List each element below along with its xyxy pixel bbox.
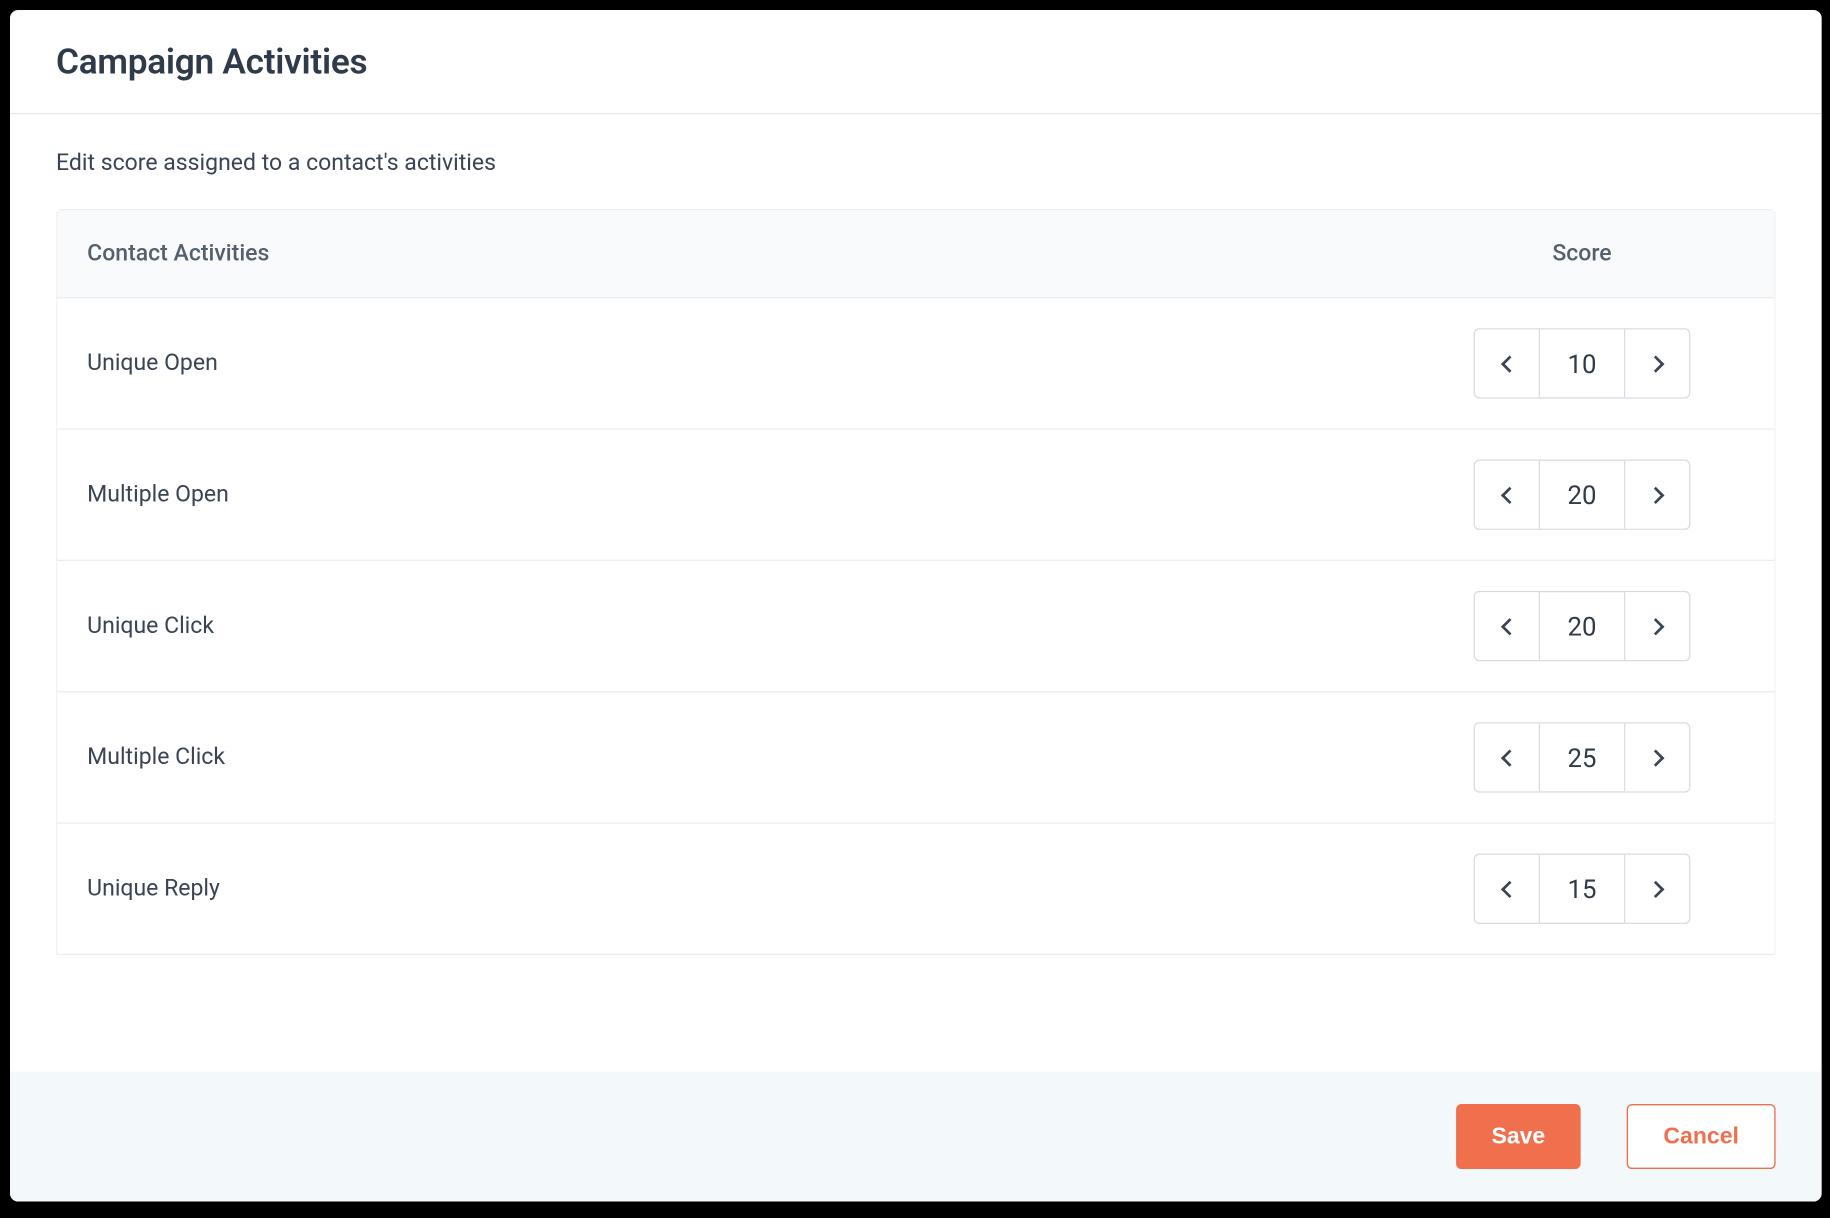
chevron-right-icon bbox=[1646, 486, 1663, 503]
chevron-left-icon bbox=[1500, 880, 1517, 897]
table-row: Unique Click 20 bbox=[57, 561, 1774, 692]
increment-button[interactable] bbox=[1624, 461, 1689, 529]
chevron-left-icon bbox=[1500, 617, 1517, 634]
chevron-left-icon bbox=[1500, 749, 1517, 766]
table-row: Multiple Click 25 bbox=[57, 692, 1774, 823]
decrement-button[interactable] bbox=[1475, 461, 1540, 529]
activities-table: Contact Activities Score Unique Open 10 bbox=[56, 209, 1776, 955]
activity-label-unique-click: Unique Click bbox=[87, 613, 1473, 640]
chevron-right-icon bbox=[1646, 749, 1663, 766]
score-stepper-multiple-open: 20 bbox=[1474, 460, 1691, 530]
column-header-activity: Contact Activities bbox=[87, 240, 1473, 267]
page-title: Campaign Activities bbox=[56, 42, 1776, 83]
panel-footer: Save Cancel bbox=[10, 1072, 1822, 1202]
score-value[interactable]: 25 bbox=[1540, 724, 1624, 792]
increment-button[interactable] bbox=[1624, 724, 1689, 792]
subtitle-text: Edit score assigned to a contact's activ… bbox=[56, 149, 1776, 176]
decrement-button[interactable] bbox=[1475, 724, 1540, 792]
increment-button[interactable] bbox=[1624, 855, 1689, 923]
campaign-activities-panel: Campaign Activities Edit score assigned … bbox=[10, 10, 1822, 1202]
chevron-right-icon bbox=[1646, 880, 1663, 897]
activity-label-unique-open: Unique Open bbox=[87, 350, 1473, 377]
activity-label-unique-reply: Unique Reply bbox=[87, 875, 1473, 902]
increment-button[interactable] bbox=[1624, 592, 1689, 660]
score-value[interactable]: 15 bbox=[1540, 855, 1624, 923]
decrement-button[interactable] bbox=[1475, 330, 1540, 398]
save-button[interactable]: Save bbox=[1456, 1104, 1581, 1169]
table-row: Unique Reply 15 bbox=[57, 824, 1774, 955]
table-row: Unique Open 10 bbox=[57, 298, 1774, 429]
chevron-right-icon bbox=[1646, 355, 1663, 372]
activity-label-multiple-click: Multiple Click bbox=[87, 744, 1473, 771]
chevron-left-icon bbox=[1500, 486, 1517, 503]
activity-label-multiple-open: Multiple Open bbox=[87, 481, 1473, 508]
score-value[interactable]: 10 bbox=[1540, 330, 1624, 398]
column-header-score: Score bbox=[1474, 240, 1691, 267]
table-row: Multiple Open 20 bbox=[57, 430, 1774, 561]
score-stepper-unique-open: 10 bbox=[1474, 328, 1691, 398]
chevron-right-icon bbox=[1646, 617, 1663, 634]
panel-body: Edit score assigned to a contact's activ… bbox=[10, 114, 1822, 1071]
cancel-button[interactable]: Cancel bbox=[1627, 1104, 1776, 1169]
score-stepper-multiple-click: 25 bbox=[1474, 722, 1691, 792]
panel-header: Campaign Activities bbox=[10, 10, 1822, 114]
table-header: Contact Activities Score bbox=[57, 210, 1774, 298]
score-stepper-unique-click: 20 bbox=[1474, 591, 1691, 661]
decrement-button[interactable] bbox=[1475, 592, 1540, 660]
score-stepper-unique-reply: 15 bbox=[1474, 854, 1691, 924]
increment-button[interactable] bbox=[1624, 330, 1689, 398]
score-value[interactable]: 20 bbox=[1540, 461, 1624, 529]
chevron-left-icon bbox=[1500, 355, 1517, 372]
score-value[interactable]: 20 bbox=[1540, 592, 1624, 660]
decrement-button[interactable] bbox=[1475, 855, 1540, 923]
